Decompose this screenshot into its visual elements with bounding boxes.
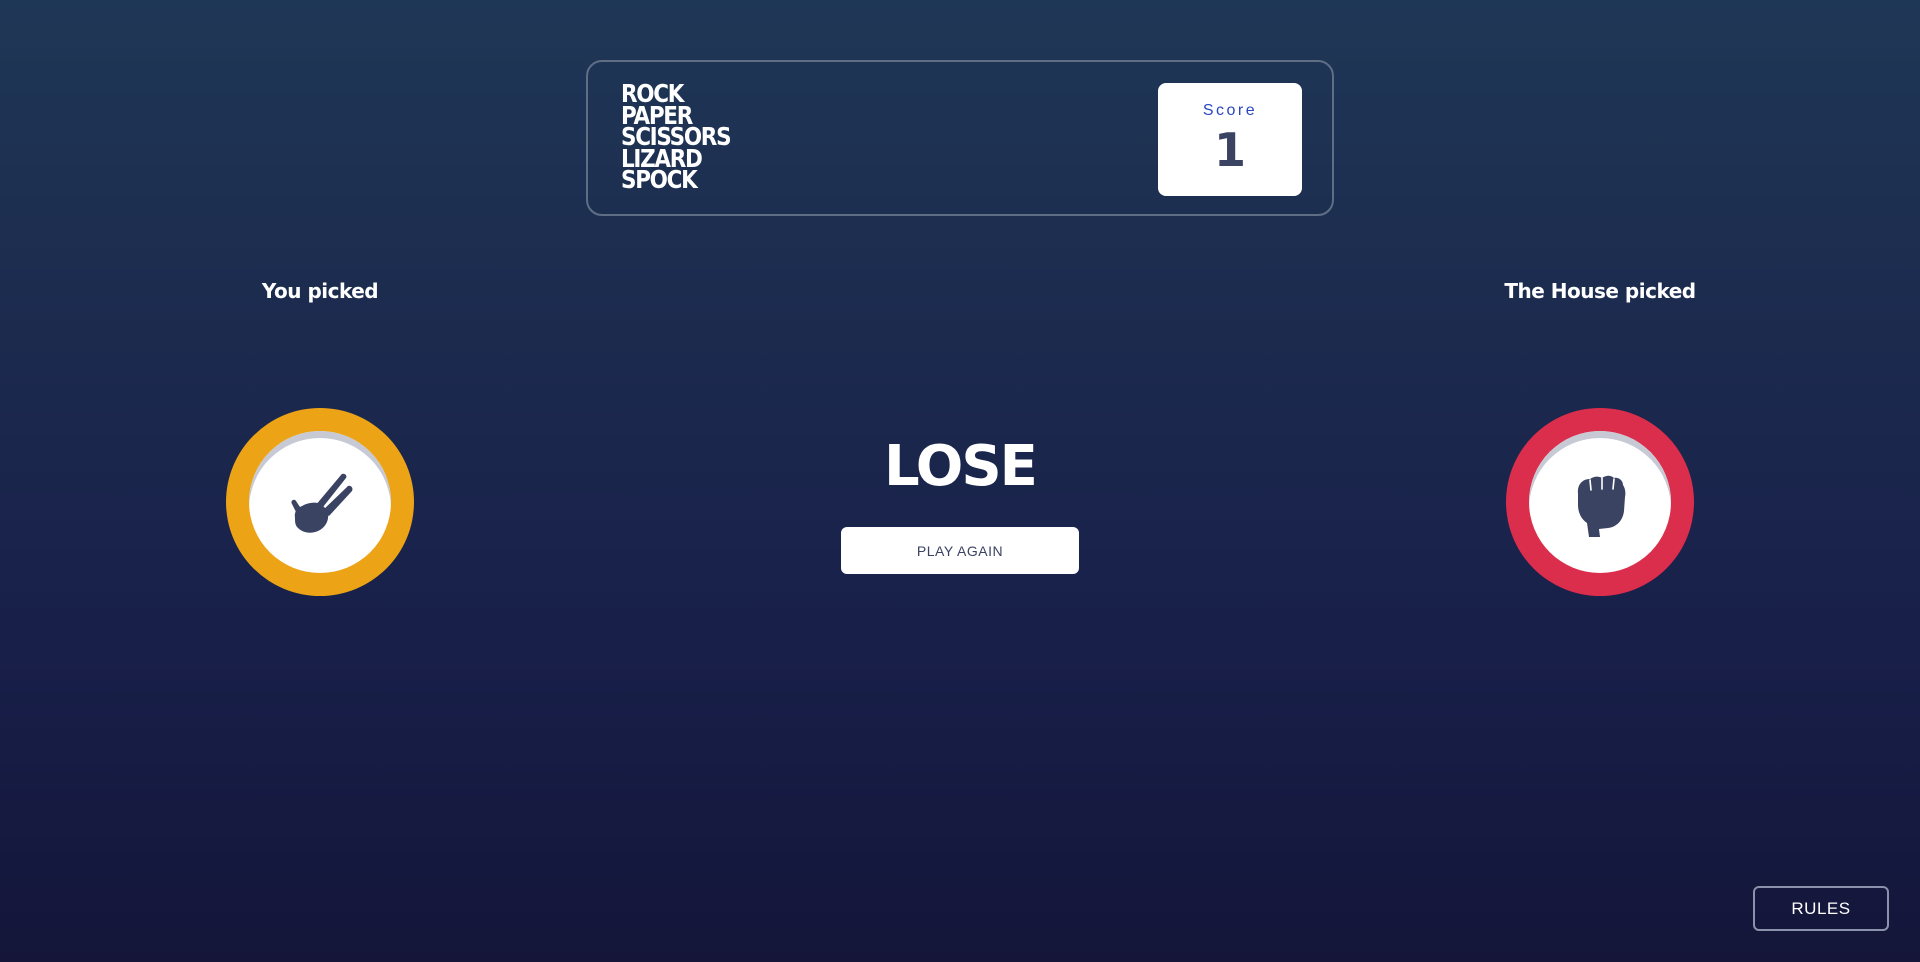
game-header: ROCK PAPER SCISSORS LIZARD SPOCK Score 1 xyxy=(586,60,1334,216)
title-line-spock: SPOCK xyxy=(621,165,698,194)
player-choice-face xyxy=(249,431,391,573)
game-title: ROCK PAPER SCISSORS LIZARD SPOCK xyxy=(621,81,732,194)
score-box: Score 1 xyxy=(1158,83,1302,196)
rules-button[interactable]: RULES xyxy=(1753,886,1889,931)
rock-icon xyxy=(1577,475,1626,537)
player-pick-label: You picked xyxy=(261,279,379,303)
house-choice-token xyxy=(1506,408,1694,596)
score-label: Score xyxy=(1202,102,1258,119)
house-pick-label: The House picked xyxy=(1504,279,1696,303)
scissors-icon xyxy=(291,473,353,533)
house-choice-face xyxy=(1529,431,1671,573)
play-again-button[interactable]: PLAY AGAIN xyxy=(841,527,1079,574)
score-value: 1 xyxy=(1213,123,1246,177)
player-choice-token xyxy=(226,408,414,596)
result-text: LOSE xyxy=(884,434,1038,499)
